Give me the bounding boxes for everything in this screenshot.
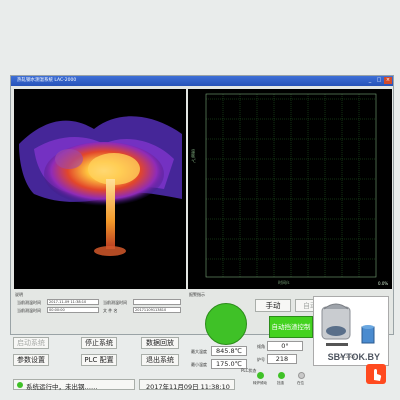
angle-label: 倾角 — [257, 344, 265, 349]
watermark: SBYTOK.BY — [328, 352, 394, 394]
thermal-image — [14, 89, 186, 289]
status-datetime-box: 2017年11月09日 11:38:10 — [139, 379, 235, 391]
start-system-button[interactable]: 启动系统 — [13, 337, 49, 349]
duration-field: 00:00:00 — [47, 307, 99, 313]
exit-system-button[interactable]: 退出系统 — [141, 354, 179, 366]
tilt-status-icon — [257, 372, 264, 379]
angle-value: 0° — [267, 341, 303, 351]
status-datetime: 2017年11月09日 11:38:10 — [146, 383, 230, 391]
temperature-plot-graphic — [205, 93, 377, 278]
status-message: 系统运行中，未出钢…… — [26, 383, 98, 391]
filename-label: 文 件 名 — [103, 308, 118, 313]
minimize-icon[interactable]: _ — [366, 77, 374, 84]
plc-item-tilt: 转炉倾动 — [253, 381, 267, 385]
status-ok-icon — [17, 382, 23, 388]
manual-button[interactable]: 手动 — [255, 299, 291, 312]
temperature-plot: 温度/℃ 时间/s 0.0% — [188, 89, 392, 289]
plot-y-label: 温度/℃ — [191, 149, 196, 164]
position-status-icon — [298, 372, 305, 379]
main-window: 热轧钢水测温系统 LAC-2000 _ □ × 温度/℃ 时间/s 0.0% 说… — [10, 75, 394, 391]
max-temp-label: 最大温度 — [191, 349, 207, 354]
max-temp-value: 845.8℃ — [211, 346, 247, 356]
auto-slag-control[interactable]: 自动挡渣控制 — [269, 316, 313, 338]
furnace-label: 炉号 — [257, 357, 265, 362]
close-icon[interactable]: × — [384, 77, 392, 84]
slag-status-icon — [278, 372, 285, 379]
start-time-field: 2017-11-09 11:38:10 — [47, 299, 99, 305]
plot-x-label: 时间/s — [278, 280, 290, 285]
alarm-indicator — [205, 303, 247, 345]
window-title: 热轧钢水测温系统 LAC-2000 — [17, 78, 77, 83]
stop-system-button[interactable]: 停止系统 — [81, 337, 117, 349]
title-bar: 热轧钢水测温系统 LAC-2000 _ □ × — [11, 76, 393, 86]
plc-status-heading: PLC状态 — [241, 368, 257, 373]
info-label-2: 当前测温时间 — [103, 300, 127, 305]
info-label-1: 当前测温时间 — [17, 300, 41, 305]
plc-config-button[interactable]: PLC 配置 — [81, 354, 117, 366]
params-button[interactable]: 参数设置 — [13, 354, 49, 366]
plot-readout: 0.0% — [378, 281, 389, 286]
info-heading: 说明 — [15, 292, 23, 297]
furnace-value: 218 — [267, 354, 297, 364]
plc-item-position: 在位 — [297, 381, 304, 385]
maximize-icon[interactable]: □ — [375, 77, 383, 84]
status-message-box: 系统运行中，未出钢…… — [13, 379, 135, 391]
data-replay-button[interactable]: 数据回放 — [141, 337, 179, 349]
plc-item-slag: 挡渣 — [277, 381, 284, 385]
thermal-image-graphic — [19, 116, 182, 256]
info-label-3: 当前测温时间 — [17, 308, 41, 313]
filename-field: 20171109113810 — [133, 307, 181, 313]
alarm-heading: 报警指示 — [189, 292, 205, 297]
min-temp-label: 最小温度 — [191, 362, 207, 367]
end-time-field — [133, 299, 181, 305]
touch-icon — [366, 364, 386, 384]
